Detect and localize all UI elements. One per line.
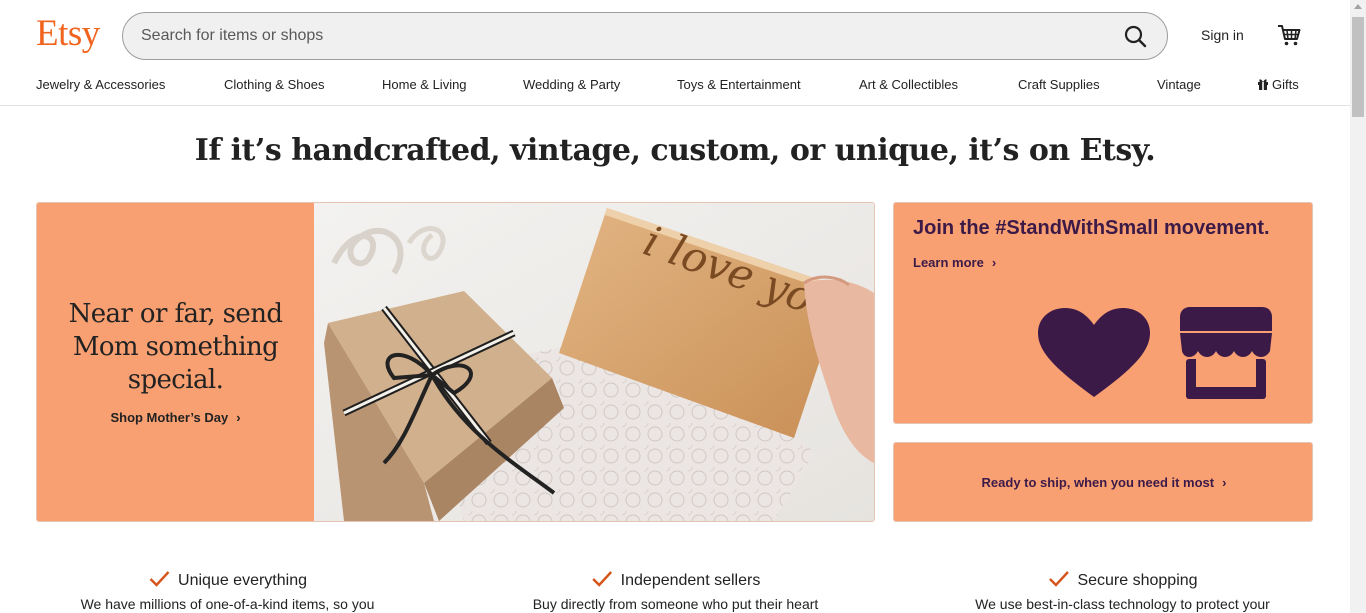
scroll-up-arrow-icon[interactable] bbox=[1354, 4, 1362, 9]
mothers-day-hero[interactable]: Near or far, send Mom something special.… bbox=[36, 202, 875, 522]
ready-to-ship-label: Ready to ship, when you need it most bbox=[981, 475, 1215, 490]
search-input[interactable] bbox=[141, 13, 1101, 59]
nav-item-jewelry[interactable]: Jewelry & Accessories bbox=[36, 77, 165, 92]
value-title-text: Secure shopping bbox=[1077, 572, 1198, 589]
promo-art bbox=[1038, 307, 1272, 399]
nav-item-home[interactable]: Home & Living bbox=[382, 77, 467, 92]
search-icon[interactable] bbox=[1123, 24, 1149, 50]
nav-item-art[interactable]: Art & Collectibles bbox=[859, 77, 958, 92]
value-description: We have millions of one-of-a-kind items,… bbox=[80, 596, 375, 612]
nav-item-vintage[interactable]: Vintage bbox=[1157, 77, 1201, 92]
shop-mothers-day-link[interactable]: Shop Mother’s Day › bbox=[37, 410, 314, 425]
nav-item-gifts-label: Gifts bbox=[1272, 77, 1299, 92]
hero-image: i love you mom bbox=[314, 203, 874, 521]
search-bar bbox=[122, 12, 1168, 60]
etsy-logo[interactable]: Etsy bbox=[36, 12, 100, 55]
value-title: Independent sellers bbox=[591, 570, 761, 590]
site-header: Etsy Sign in bbox=[0, 0, 1350, 64]
heart-icon bbox=[1038, 308, 1150, 397]
checkmark-icon bbox=[149, 571, 169, 587]
hero-link-label: Shop Mother’s Day bbox=[110, 410, 229, 425]
learn-more-link[interactable]: Learn more › bbox=[913, 255, 996, 270]
checkmark-icon bbox=[591, 571, 612, 587]
ready-to-ship-link[interactable]: Ready to ship, when you need it most › bbox=[894, 475, 1314, 490]
sign-in-link[interactable]: Sign in bbox=[1201, 27, 1244, 43]
scrollbar-thumb[interactable] bbox=[1352, 17, 1364, 117]
value-title-text: Unique everything bbox=[178, 572, 307, 589]
page-scrollbar[interactable] bbox=[1350, 0, 1366, 613]
value-description: We use best-in-class technology to prote… bbox=[975, 596, 1270, 612]
nav-item-clothing[interactable]: Clothing & Shoes bbox=[224, 77, 324, 92]
storefront-icon bbox=[1180, 307, 1272, 399]
nav-item-craft[interactable]: Craft Supplies bbox=[1018, 77, 1100, 92]
value-title: Secure shopping bbox=[1047, 570, 1198, 590]
nav-item-gifts[interactable]: Gifts bbox=[1257, 77, 1299, 93]
stand-with-small-title: Join the #StandWithSmall movement. bbox=[913, 217, 1270, 239]
checkmark-icon bbox=[1048, 571, 1069, 587]
ready-to-ship-card[interactable]: Ready to ship, when you need it most › bbox=[893, 442, 1313, 522]
cart-icon[interactable] bbox=[1276, 22, 1302, 48]
chevron-right-icon: › bbox=[1222, 475, 1227, 490]
chevron-right-icon: › bbox=[991, 255, 997, 270]
chevron-right-icon: › bbox=[236, 410, 241, 425]
hero-heading: Near or far, send Mom something special. bbox=[68, 299, 283, 395]
page-tagline: If it’s handcrafted, vintage, custom, or… bbox=[194, 133, 1156, 168]
stand-with-small-card[interactable]: Join the #StandWithSmall movement. Learn… bbox=[893, 202, 1313, 424]
value-description: Buy directly from someone who put their … bbox=[532, 596, 819, 612]
nav-item-wedding[interactable]: Wedding & Party bbox=[523, 77, 620, 92]
hero-text-panel: Near or far, send Mom something special.… bbox=[37, 203, 314, 521]
value-title: Unique everything bbox=[148, 570, 307, 590]
gift-icon bbox=[1257, 78, 1269, 93]
learn-more-label: Learn more bbox=[913, 255, 984, 270]
value-title-text: Independent sellers bbox=[620, 572, 761, 589]
nav-item-toys[interactable]: Toys & Entertainment bbox=[677, 77, 801, 92]
category-nav: Jewelry & Accessories Clothing & Shoes H… bbox=[0, 64, 1350, 106]
